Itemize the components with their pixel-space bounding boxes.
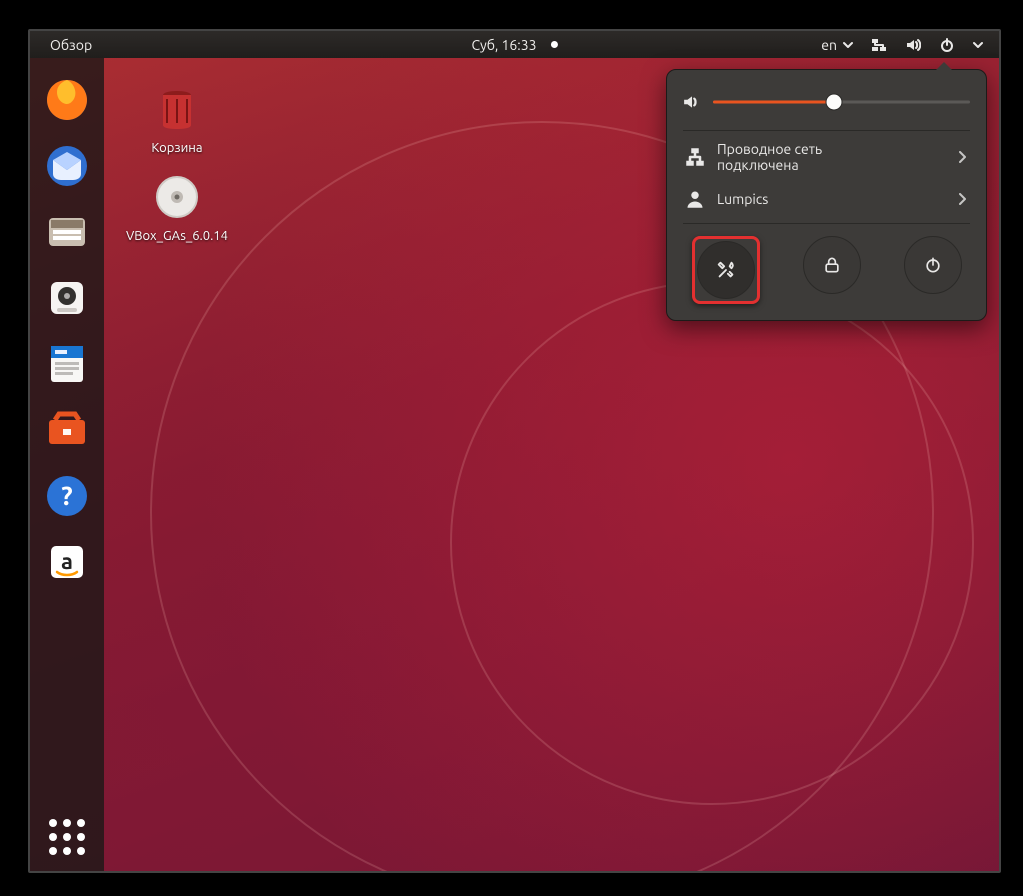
screen-area: Обзор Суб, 16:33 en — [28, 29, 1001, 873]
lock-button[interactable] — [803, 236, 861, 294]
separator — [683, 223, 970, 224]
power-button[interactable] — [904, 236, 962, 294]
volume-slider[interactable] — [713, 90, 970, 114]
desktop-icon-vbox-gas[interactable]: VBox_GAs_6.0.14 — [122, 169, 232, 243]
activities-button[interactable]: Обзор — [50, 37, 92, 53]
dock: ? a — [30, 58, 104, 871]
network-icon[interactable] — [871, 37, 887, 53]
menu-item-user[interactable]: Lumpics — [681, 181, 972, 217]
dock-app-help[interactable]: ? — [39, 468, 95, 524]
svg-text:?: ? — [61, 481, 72, 510]
annotation-highlight — [692, 236, 760, 304]
menu-item-network[interactable]: Проводное сеть подключена — [681, 133, 972, 181]
show-apps-button[interactable] — [49, 819, 85, 855]
menu-item-network-line1: Проводное сеть — [717, 141, 822, 157]
desktop-icon-vbox-label: VBox_GAs_6.0.14 — [122, 229, 232, 243]
chevron-down-icon — [843, 40, 853, 50]
desktop-icons-area: Корзина VBox_GAs_6.0.14 — [122, 81, 422, 243]
desktop-icon-trash-label: Корзина — [122, 141, 232, 155]
person-icon — [685, 189, 705, 209]
top-bar: Обзор Суб, 16:33 en — [30, 31, 999, 58]
power-icon[interactable] — [939, 37, 955, 53]
dock-app-files[interactable] — [39, 204, 95, 260]
menu-item-user-label: Lumpics — [717, 191, 768, 207]
power-icon — [923, 255, 943, 275]
dock-app-rhythmbox[interactable] — [39, 270, 95, 326]
dock-app-ubuntu-software[interactable] — [39, 402, 95, 458]
network-wired-icon — [685, 147, 705, 167]
volume-icon[interactable] — [905, 37, 921, 53]
trash-icon — [149, 81, 205, 137]
chevron-right-icon — [958, 150, 968, 164]
clock[interactable]: Суб, 16:33 — [471, 37, 536, 53]
dock-app-firefox[interactable] — [39, 72, 95, 128]
chevron-down-icon[interactable] — [973, 40, 983, 50]
dock-app-amazon[interactable]: a — [39, 534, 95, 590]
settings-tools-icon — [715, 259, 737, 281]
input-source-indicator[interactable]: en — [821, 37, 853, 53]
annotated-screenshot-frame: Обзор Суб, 16:33 en — [0, 0, 1023, 896]
lock-icon — [822, 255, 842, 275]
notification-dot-icon — [551, 41, 558, 48]
menu-item-network-line2: подключена — [717, 157, 822, 173]
system-menu: Проводное сеть подключена Lumpics — [666, 69, 987, 321]
separator — [683, 130, 970, 131]
svg-text:a: a — [61, 549, 73, 574]
dock-app-libreoffice-writer[interactable] — [39, 336, 95, 392]
chevron-right-icon — [958, 192, 968, 206]
apps-grid-icon — [49, 819, 85, 855]
dock-app-thunderbird[interactable] — [39, 138, 95, 194]
disc-icon — [149, 169, 205, 225]
settings-button[interactable] — [697, 241, 755, 299]
volume-icon — [683, 93, 701, 111]
desktop-icon-trash[interactable]: Корзина — [122, 81, 232, 155]
input-source-label: en — [821, 37, 837, 53]
